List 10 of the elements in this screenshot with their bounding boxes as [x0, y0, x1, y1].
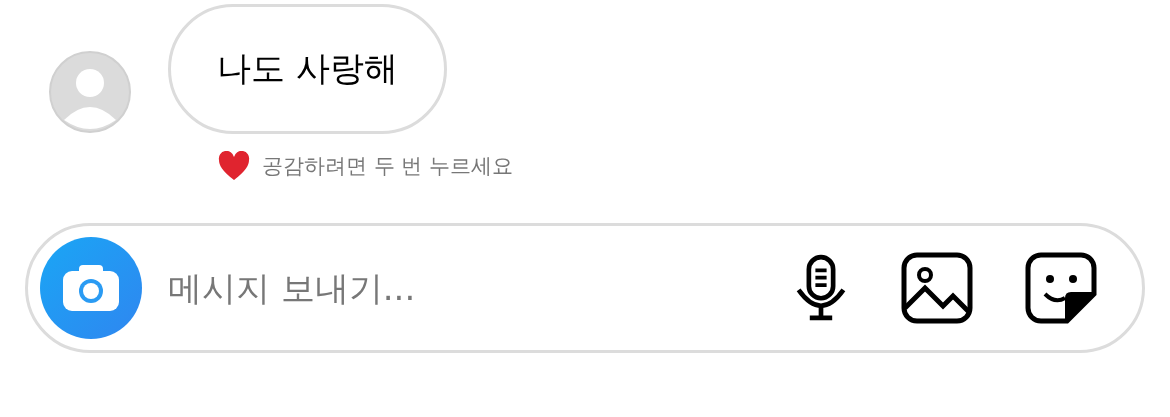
- image-icon[interactable]: [901, 252, 973, 324]
- camera-icon: [60, 263, 122, 313]
- sticker-icon[interactable]: [1025, 252, 1097, 324]
- heart-icon: [218, 151, 250, 181]
- message-bubble: 나도 사랑해: [168, 4, 447, 134]
- reaction-hint: 공감하려면 두 번 누르세요: [262, 153, 514, 180]
- camera-button[interactable]: [40, 237, 142, 339]
- message-composer[interactable]: 메시지 보내기...: [25, 223, 1145, 353]
- avatar-icon: [48, 50, 132, 134]
- message-field[interactable]: 메시지 보내기...: [166, 257, 793, 319]
